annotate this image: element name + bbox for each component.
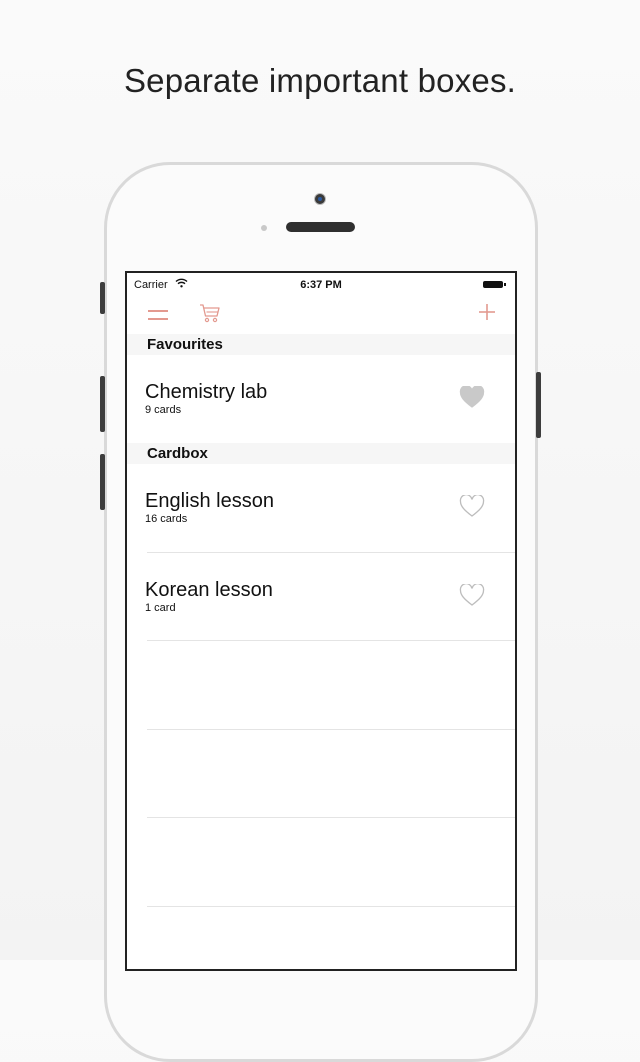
side-button-power — [536, 372, 541, 438]
phone-screen: Carrier 6:37 PM Favourites Chemistry lab… — [125, 271, 517, 971]
menu-icon[interactable] — [148, 307, 170, 321]
row-divider — [147, 640, 515, 641]
battery-icon — [483, 281, 506, 288]
cardbox-title: Korean lesson — [145, 579, 273, 601]
proximity-sensor — [261, 225, 267, 231]
list-item[interactable]: Chemistry lab 9 cards — [127, 355, 515, 443]
side-button-mute — [100, 282, 105, 314]
row-divider — [147, 729, 515, 730]
section-header-favourites: Favourites — [127, 334, 515, 355]
section-header-cardbox: Cardbox — [127, 443, 515, 464]
plus-icon[interactable] — [477, 302, 497, 327]
cart-icon[interactable] — [199, 302, 221, 329]
section-title: Favourites — [147, 336, 223, 353]
card-count: 9 cards — [145, 404, 182, 416]
heart-outline-icon[interactable] — [459, 583, 485, 612]
headline: Separate important boxes. — [123, 62, 517, 99]
front-camera — [314, 193, 326, 205]
side-button-volume-down — [100, 454, 105, 510]
heart-icon[interactable] — [459, 385, 485, 414]
cardbox-title: English lesson — [145, 490, 274, 512]
list-item[interactable]: Korean lesson 1 card — [127, 553, 515, 641]
heart-outline-icon[interactable] — [459, 494, 485, 523]
card-count: 16 cards — [145, 513, 188, 525]
row-divider — [147, 817, 515, 818]
earpiece-speaker — [286, 222, 355, 232]
cardbox-title: Chemistry lab — [145, 381, 268, 403]
list-item[interactable]: English lesson 16 cards — [127, 464, 515, 552]
status-bar: Carrier 6:37 PM — [127, 273, 515, 295]
row-divider — [147, 906, 515, 907]
section-title: Cardbox — [147, 445, 208, 462]
nav-bar — [127, 295, 515, 333]
card-count: 1 card — [145, 602, 176, 614]
clock: 6:37 PM — [300, 279, 342, 291]
side-button-volume-up — [100, 376, 105, 432]
